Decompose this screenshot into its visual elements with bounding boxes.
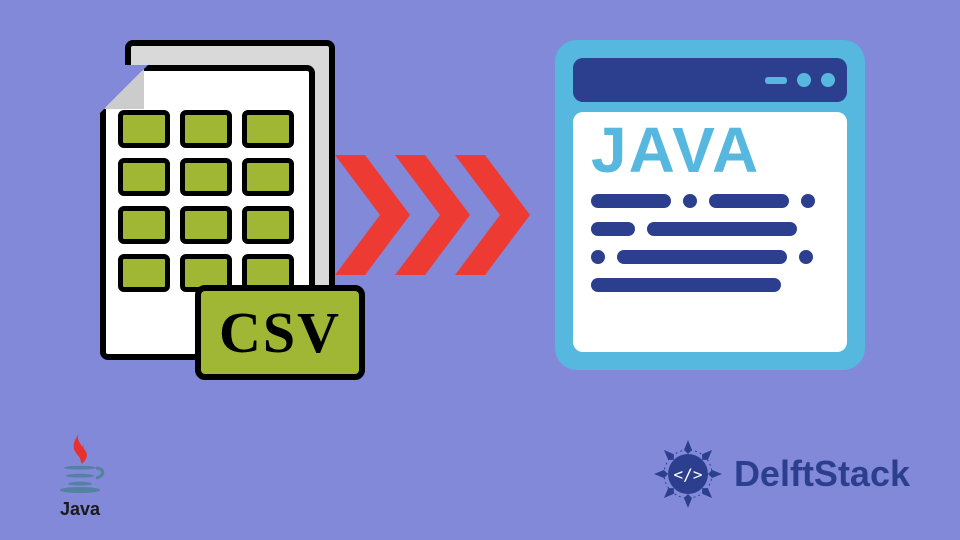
cell — [118, 206, 170, 244]
window-content: JAVA — [573, 112, 847, 352]
window-titlebar — [573, 58, 847, 102]
cell — [242, 206, 294, 244]
java-logo-label: Java — [40, 499, 120, 520]
cell — [180, 206, 232, 244]
code-lines — [591, 194, 829, 292]
minimize-icon — [765, 77, 787, 84]
java-title: JAVA — [591, 122, 829, 180]
code-dot — [591, 250, 605, 264]
java-cup-icon — [50, 428, 110, 498]
code-bar — [709, 194, 789, 208]
cell — [180, 158, 232, 196]
code-bar — [591, 222, 635, 236]
code-dot — [801, 194, 815, 208]
illustration-canvas: CSV JAVA — [0, 0, 960, 540]
code-row — [591, 222, 829, 236]
cell — [242, 110, 294, 148]
spreadsheet-cells — [118, 110, 294, 292]
code-row — [591, 278, 829, 292]
cell — [118, 110, 170, 148]
delftstack-label: DelftStack — [734, 453, 910, 495]
window-control-dot — [797, 73, 811, 87]
java-logo: Java — [40, 428, 120, 520]
code-dot — [799, 250, 813, 264]
cell — [118, 254, 170, 292]
cell — [180, 110, 232, 148]
java-code-window-icon: JAVA — [555, 40, 865, 370]
code-bar — [617, 250, 787, 264]
delftstack-mark-icon: </> — [652, 438, 724, 510]
csv-file-icon: CSV — [90, 40, 350, 380]
code-row — [591, 250, 829, 264]
code-bar — [591, 278, 781, 292]
cell — [242, 158, 294, 196]
code-row — [591, 194, 829, 208]
svg-text:</>: </> — [673, 465, 702, 484]
code-bar — [591, 194, 671, 208]
paper-fold — [104, 69, 144, 109]
code-dot — [683, 194, 697, 208]
csv-badge-label: CSV — [219, 299, 341, 366]
cell — [118, 158, 170, 196]
conversion-arrows — [335, 145, 545, 285]
code-bar — [647, 222, 797, 236]
chevron-right-icon — [335, 145, 545, 285]
window-control-dot — [821, 73, 835, 87]
csv-badge: CSV — [195, 285, 365, 380]
delftstack-logo: </> DelftStack — [652, 438, 910, 510]
